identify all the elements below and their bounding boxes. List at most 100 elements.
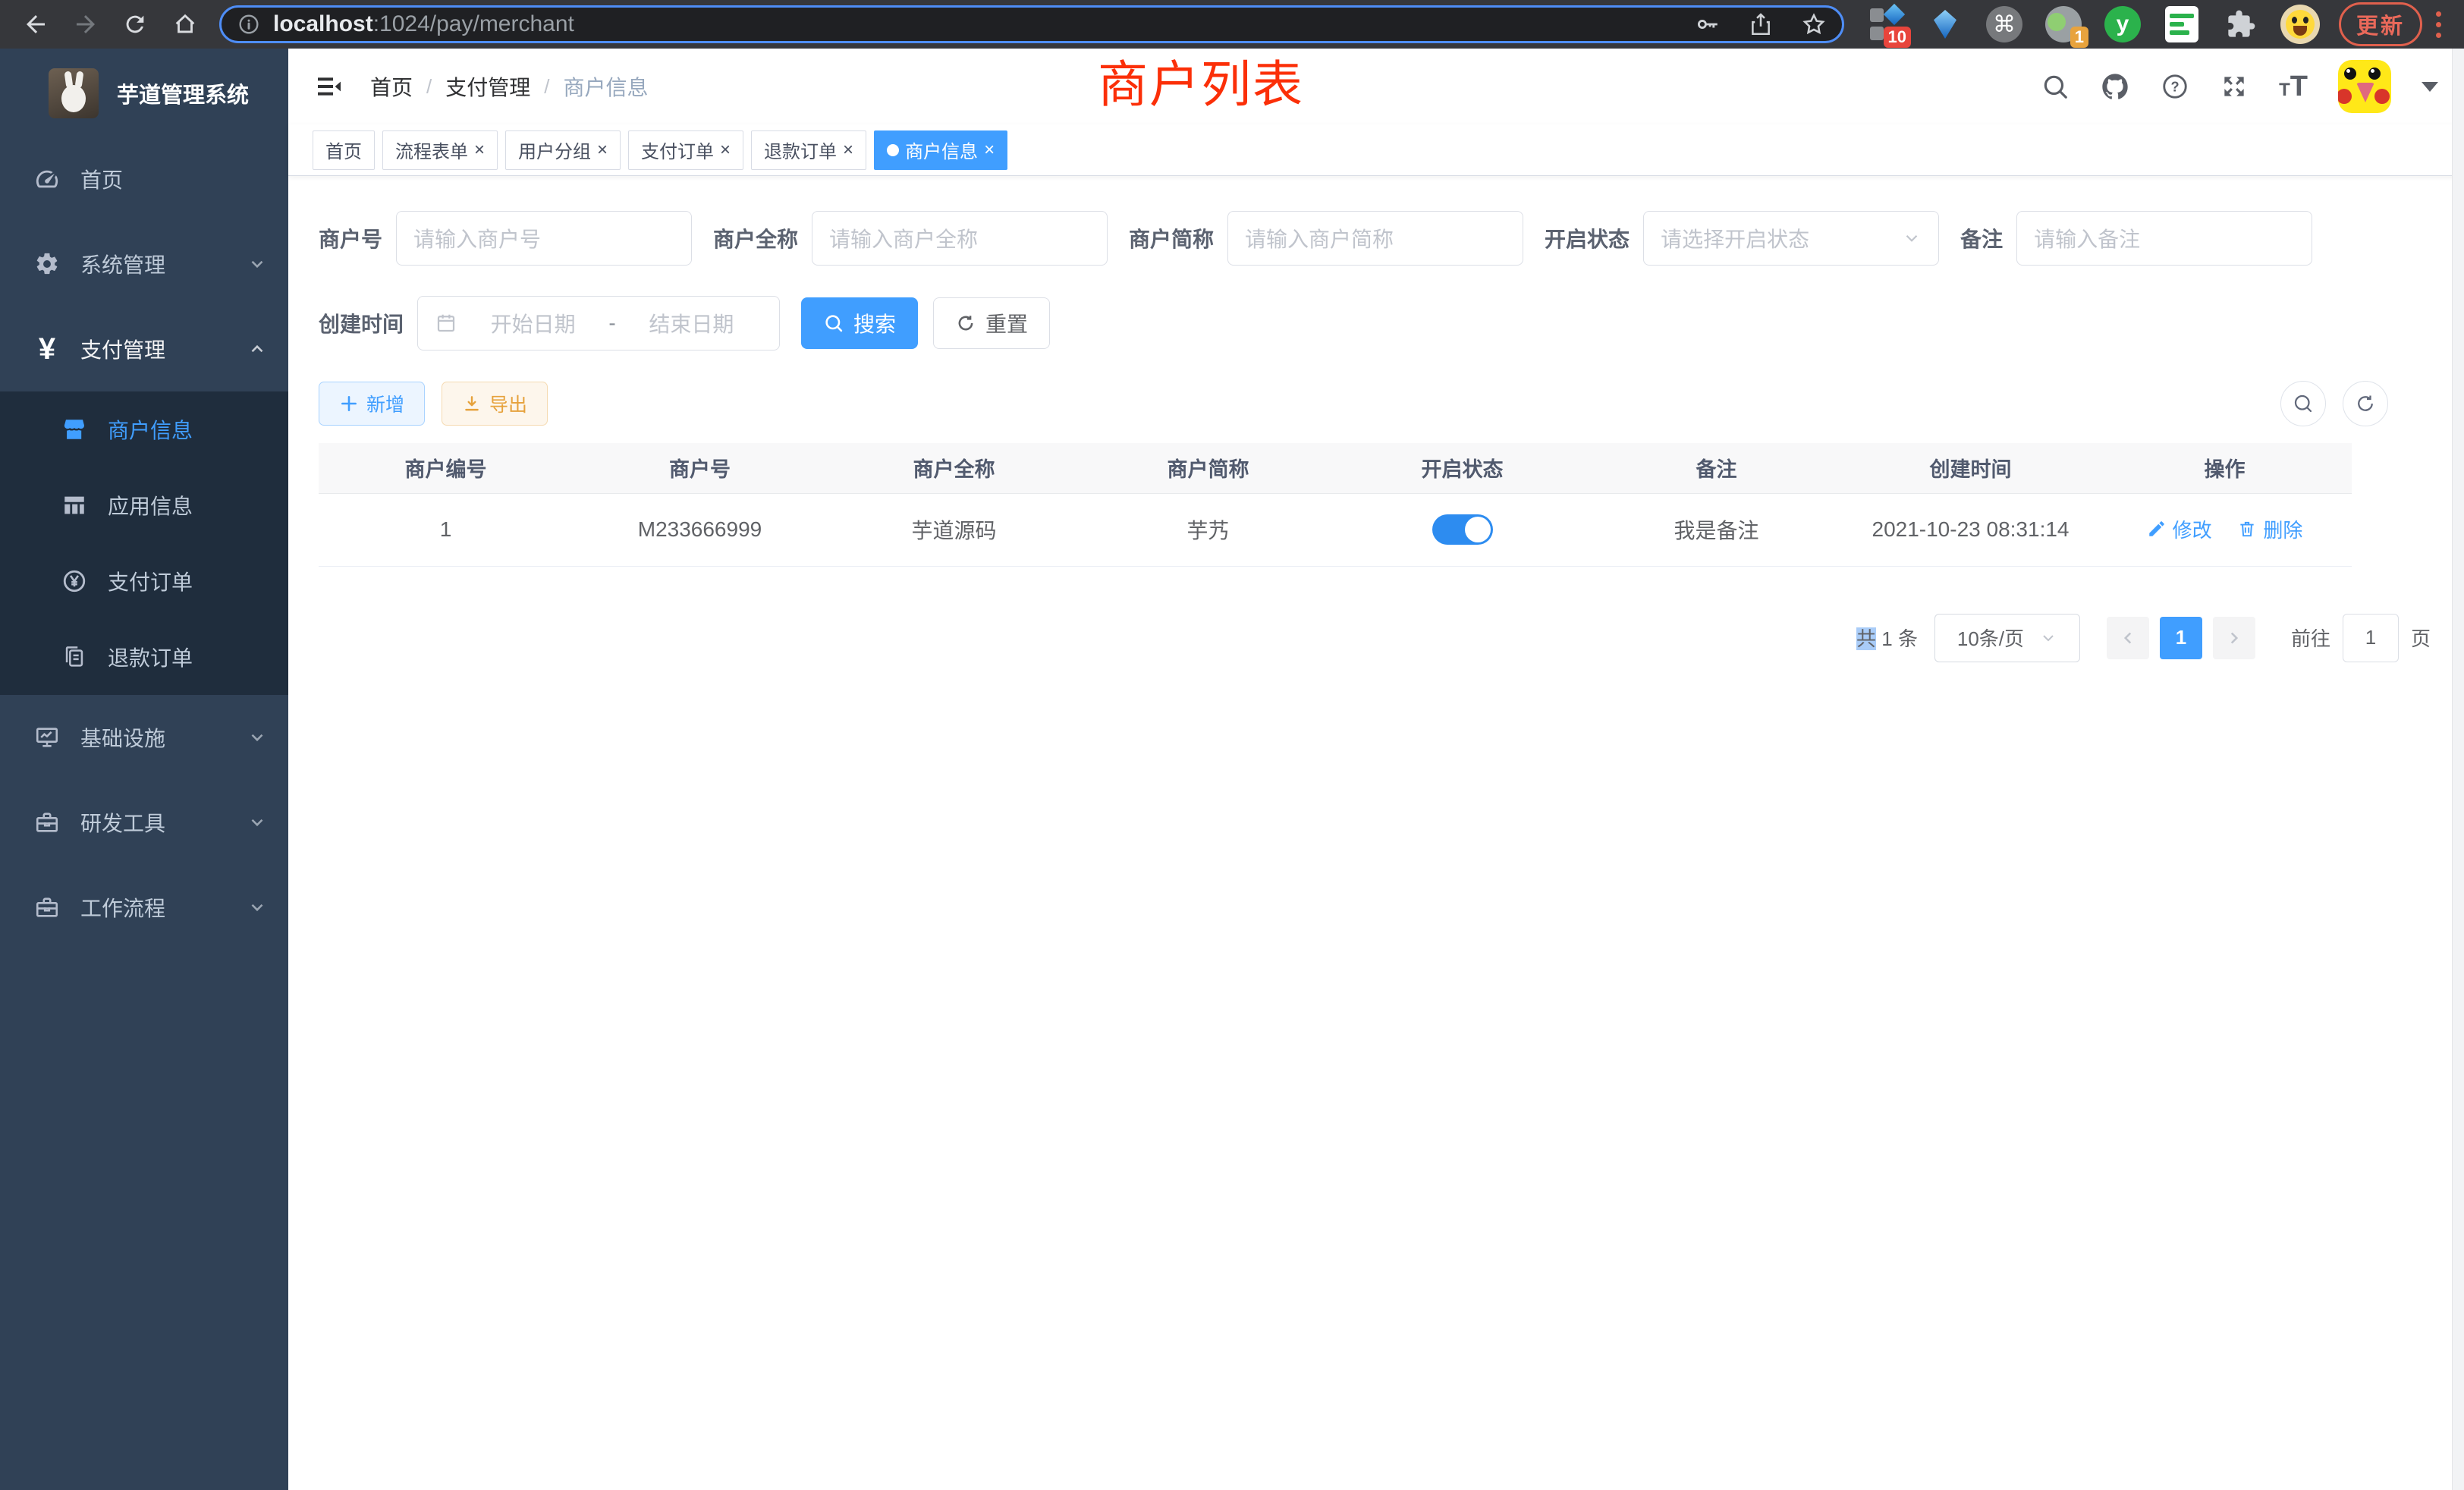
full-name-input[interactable]: 请输入商户全称	[812, 211, 1108, 266]
tab-refund-order[interactable]: 退款订单 ×	[751, 130, 866, 170]
tab-close-icon[interactable]: ×	[474, 140, 485, 161]
tab-process-form[interactable]: 流程表单 ×	[382, 130, 498, 170]
search-button-label: 搜索	[853, 308, 896, 338]
breadcrumb-section[interactable]: 支付管理	[445, 71, 530, 102]
tab-user-group[interactable]: 用户分组×	[505, 130, 621, 170]
tab-home[interactable]: 首页	[313, 130, 375, 170]
col-create-time: 创建时间	[1843, 443, 2098, 493]
refresh-table-button[interactable]	[2343, 381, 2388, 426]
short-name-input[interactable]: 请输入商户简称	[1227, 211, 1523, 266]
prev-page-button[interactable]	[2107, 617, 2149, 659]
tab-label: 流程表单	[395, 137, 468, 163]
goto-page-input[interactable]: 1	[2343, 614, 2399, 662]
user-avatar[interactable]	[2338, 60, 2391, 113]
extension-y-icon[interactable]: y	[2102, 4, 2143, 45]
tab-label: 退款订单	[764, 137, 837, 163]
browser-profile-avatar[interactable]	[2280, 4, 2321, 45]
sidebar-collapse-button[interactable]	[314, 71, 344, 102]
pagination: 共 1 条 10条/页 1 前往 1 页	[319, 614, 2434, 662]
github-icon[interactable]	[2100, 71, 2130, 102]
share-icon[interactable]	[1748, 11, 1774, 37]
chevron-down-icon	[2039, 629, 2057, 647]
password-key-icon[interactable]	[1695, 11, 1721, 37]
delete-link[interactable]: 删除	[2237, 515, 2302, 543]
placeholder-text: 请输入商户简称	[1245, 223, 1394, 253]
sidebar-item-label: 应用信息	[108, 490, 267, 520]
browser-forward-button[interactable]	[65, 3, 106, 46]
page-1-button[interactable]: 1	[2160, 617, 2202, 659]
status-toggle[interactable]	[1432, 514, 1493, 545]
help-icon[interactable]: ?	[2161, 72, 2189, 101]
download-icon	[462, 394, 482, 413]
browser-home-button[interactable]	[165, 3, 206, 46]
next-page-button[interactable]	[2213, 617, 2255, 659]
navbar: 首页 / 支付管理 / 商户信息 ? TT	[288, 49, 2464, 124]
font-size-icon[interactable]: TT	[2279, 72, 2308, 101]
home-icon	[172, 11, 198, 37]
sidebar-logo-row[interactable]: 芋道管理系统	[0, 49, 288, 137]
sidebar-item-workflow[interactable]: 工作流程	[0, 865, 288, 950]
sidebar: 芋道管理系统 首页 系统管理 ¥ 支付管理 商户信息	[0, 49, 288, 1490]
sidebar-item-app-info[interactable]: 应用信息	[0, 467, 288, 543]
create-time-range-input[interactable]: 开始日期 - 结束日期	[417, 296, 780, 350]
extension-recorder-icon[interactable]: 1	[2043, 4, 2084, 45]
tab-pay-order[interactable]: 支付订单×	[628, 130, 743, 170]
sidebar-item-merchant-info[interactable]: 商户信息	[0, 391, 288, 467]
start-date-placeholder: 开始日期	[462, 308, 604, 338]
sidebar-item-pay-order[interactable]: 支付订单	[0, 543, 288, 619]
export-button[interactable]: 导出	[442, 382, 548, 426]
breadcrumb-separator: /	[426, 75, 432, 99]
remark-input[interactable]: 请输入备注	[2016, 211, 2312, 266]
extension-command-icon[interactable]: ⌘	[1984, 4, 2025, 45]
search-button[interactable]: 搜索	[801, 297, 918, 349]
reset-button[interactable]: 重置	[933, 297, 1050, 349]
status-select[interactable]: 请选择开启状态	[1643, 211, 1939, 266]
extensions-puzzle-icon[interactable]	[2220, 4, 2261, 45]
add-button[interactable]: 新增	[319, 382, 425, 426]
browser-menu-icon[interactable]	[2436, 11, 2441, 38]
tab-merchant-info[interactable]: 商户信息×	[874, 130, 1007, 170]
address-bar[interactable]: localhost:1024/pay/merchant	[219, 5, 1844, 43]
tab-close-icon[interactable]: ×	[843, 140, 853, 161]
search-icon	[2292, 392, 2315, 415]
delete-link-label: 删除	[2263, 515, 2302, 543]
cell-full-name: 芋道源码	[827, 493, 1081, 566]
extension-gem-icon[interactable]	[1925, 4, 1966, 45]
filter-row-2: 创建时间 开始日期 - 结束日期 搜索 重置	[319, 296, 2434, 350]
edit-link[interactable]: 修改	[2147, 515, 2212, 543]
browser-update-button[interactable]: 更新	[2339, 2, 2422, 46]
sidebar-item-pay[interactable]: ¥ 支付管理	[0, 306, 288, 391]
page-info-icon[interactable]	[237, 12, 261, 36]
browser-back-button[interactable]	[15, 3, 56, 46]
sidebar-item-infra[interactable]: 基础设施	[0, 695, 288, 780]
sidebar-item-home[interactable]: 首页	[0, 137, 288, 222]
chevron-left-icon	[2118, 628, 2138, 648]
fullscreen-icon[interactable]	[2220, 72, 2249, 101]
cell-remark: 我是备注	[1589, 493, 1843, 566]
chevron-down-icon	[247, 254, 267, 274]
merchant-no-input[interactable]: 请输入商户号	[396, 211, 692, 266]
browser-scrollbar[interactable]	[2452, 49, 2464, 1490]
sidebar-item-label: 支付订单	[108, 566, 267, 596]
tab-close-icon[interactable]: ×	[597, 140, 608, 161]
sidebar-submenu-pay: 商户信息 应用信息 支付订单 退款订单	[0, 391, 288, 695]
documents-icon	[59, 644, 90, 670]
merchant-no-label: 商户号	[319, 223, 382, 253]
extension-sheet-icon[interactable]	[2161, 4, 2202, 45]
header-search-icon[interactable]	[2041, 72, 2070, 101]
trash-icon	[2237, 519, 2257, 539]
browser-reload-button[interactable]	[115, 3, 156, 46]
toggle-search-button[interactable]	[2280, 381, 2326, 426]
page-size-select[interactable]: 10条/页	[1934, 614, 2080, 662]
avatar-caret-icon[interactable]	[2422, 82, 2438, 92]
sidebar-item-dev-tools[interactable]: 研发工具	[0, 780, 288, 865]
sidebar-item-refund-order[interactable]: 退款订单	[0, 619, 288, 695]
sidebar-item-system[interactable]: 系统管理	[0, 222, 288, 306]
col-remark: 备注	[1589, 443, 1843, 493]
placeholder-text: 请输入备注	[2034, 223, 2140, 253]
tab-close-icon[interactable]: ×	[984, 140, 995, 161]
tab-close-icon[interactable]: ×	[720, 140, 731, 161]
breadcrumb-home[interactable]: 首页	[370, 71, 413, 102]
bookmark-star-icon[interactable]	[1801, 11, 1827, 37]
extension-grid-icon[interactable]: 10	[1865, 4, 1906, 45]
